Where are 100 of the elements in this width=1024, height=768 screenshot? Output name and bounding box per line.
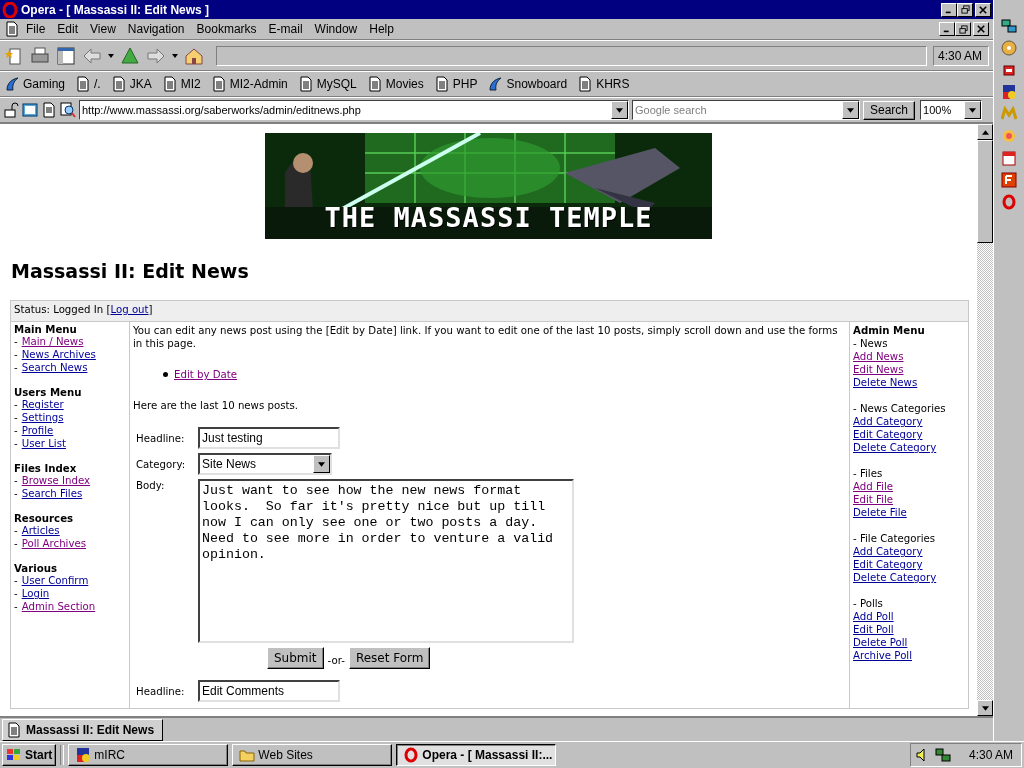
network-icon[interactable] [1001,18,1017,34]
nav-link[interactable]: Main / News [21,335,84,348]
nav-link[interactable]: Browse Index [21,474,91,487]
zoom-field[interactable]: 100% [920,100,983,120]
admin-link[interactable]: Add News [853,351,904,362]
headline-field[interactable]: Just testing [198,427,340,449]
submit-button[interactable]: Submit [267,647,324,669]
bookmark[interactable]: /. [75,76,101,92]
opera-icon[interactable] [1001,194,1017,210]
nav-link[interactable]: Profile [21,424,54,437]
admin-link[interactable]: Delete Category [853,572,937,583]
menu-item[interactable]: Navigation [121,22,191,36]
bookmark[interactable]: Gaming [4,76,66,92]
nav-link[interactable]: Admin Section [21,600,96,613]
nav-link[interactable]: Search Files [21,487,83,500]
nav-link[interactable]: User Confirm [21,574,89,587]
admin-link[interactable]: Delete Category [853,442,937,453]
dropdown-button[interactable] [313,455,330,473]
blocks-icon[interactable] [1001,84,1017,100]
nav-link[interactable]: Search News [21,361,88,374]
battery-icon[interactable] [1001,62,1017,78]
disc-icon[interactable] [1001,40,1017,56]
menu-item[interactable]: E-mail [262,22,309,36]
admin-link[interactable]: Delete News [853,377,918,388]
new-page-icon[interactable] [4,45,24,66]
bookmark[interactable]: KHRS [577,76,630,92]
admin-link[interactable]: Edit Poll [853,624,894,635]
admin-link[interactable]: Edit File [853,494,893,505]
taskbar-button[interactable]: mIRC [68,744,229,766]
dropdown-button[interactable] [964,101,982,119]
menu-item[interactable]: Bookmarks [190,22,263,36]
menu-item[interactable]: Help [363,22,400,36]
close-button[interactable] [975,2,992,17]
menu-item[interactable]: Edit [51,22,85,36]
bookmark[interactable]: JKA [110,76,152,92]
search-field[interactable]: Google search [632,100,860,120]
document-tab[interactable]: Massassi II: Edit News [2,718,164,741]
nav-link[interactable]: Login [21,587,50,600]
edit-by-date-link[interactable]: Edit by Date [174,368,238,381]
bookmark[interactable]: Movies [366,76,424,92]
dropdown-button[interactable] [611,101,628,119]
scroll-down-button[interactable] [977,700,994,716]
admin-link[interactable]: Add Category [853,416,923,427]
admin-link[interactable]: Edit News [853,364,904,375]
admin-link[interactable]: Delete Poll [853,637,908,648]
bookmark[interactable]: MI2-Admin [210,76,288,92]
reload-icon[interactable] [120,45,140,66]
headline-field[interactable]: Edit Comments [198,680,340,702]
menu-item[interactable]: View [84,22,122,36]
menu-item[interactable]: File [20,22,52,36]
admin-link[interactable]: Add Category [853,546,923,557]
nav-link[interactable]: Register [21,398,64,411]
category-select[interactable]: Site News [198,453,332,475]
nav-link[interactable]: User List [21,437,66,450]
scroll-thumb[interactable] [977,140,994,243]
dropdown-caret-icon[interactable] [108,53,114,58]
calendar-icon[interactable] [1001,150,1017,166]
dropdown-caret-icon[interactable] [172,53,178,58]
bookmark[interactable]: PHP [433,76,478,92]
nav-link[interactable]: Settings [21,411,64,424]
minimize-button[interactable] [939,22,956,36]
scrollbar[interactable] [977,124,994,716]
address-field[interactable]: http://www.massassi.org/saberworks/admin/editnews.php [79,100,629,120]
admin-link[interactable]: Delete File [853,507,907,518]
restore-button[interactable] [957,2,974,17]
page-icon[interactable] [41,102,57,118]
folder-icon[interactable] [1001,172,1017,188]
dropdown-button[interactable] [842,101,859,119]
minimize-button[interactable] [941,2,958,17]
menu-heading: Admin Menu [853,324,926,337]
search-button[interactable]: Search [863,100,916,120]
admin-link[interactable]: Add Poll [853,611,894,622]
taskbar-button[interactable]: Opera - [ Massassi II:... [396,744,557,766]
taskbar-button[interactable]: Web Sites [232,744,393,766]
body-field[interactable]: Just want to see how the new news format looks. So far it's pretty nice but up till now I can only see one or two posts a day. Need to see more in order to venture a valid opinion. [198,479,574,643]
admin-link[interactable]: Add File [853,481,893,492]
padlock-icon[interactable] [3,102,19,118]
logout-link[interactable]: Log out [110,304,149,315]
admin-link[interactable]: Edit Category [853,559,923,570]
admin-link[interactable]: Archive Poll [853,650,913,661]
bookmark[interactable]: Snowboard [487,76,568,92]
nav-link[interactable]: News Archives [21,348,96,361]
bookmark[interactable]: MI2 [161,76,201,92]
restore-button[interactable] [955,22,972,36]
reset-button[interactable]: Reset Form [348,647,431,669]
scroll-up-button[interactable] [977,124,994,140]
restore-icon [958,24,968,34]
bookmark[interactable]: MySQL [297,76,357,92]
nav-link[interactable]: Poll Archives [21,537,87,550]
panel-icon[interactable] [56,45,76,66]
nav-link[interactable]: Articles [21,524,60,537]
lead-text: Here are the last 10 news posts. [133,399,300,412]
magnifier-icon[interactable] [60,102,76,118]
admin-link[interactable]: Edit Category [853,429,923,440]
close-button[interactable] [973,22,990,36]
network-icon[interactable] [934,747,951,763]
menu-item[interactable]: Window [308,22,364,36]
window-icon[interactable] [22,102,38,118]
print-icon[interactable] [30,45,50,66]
start-button[interactable]: Start [2,744,57,766]
